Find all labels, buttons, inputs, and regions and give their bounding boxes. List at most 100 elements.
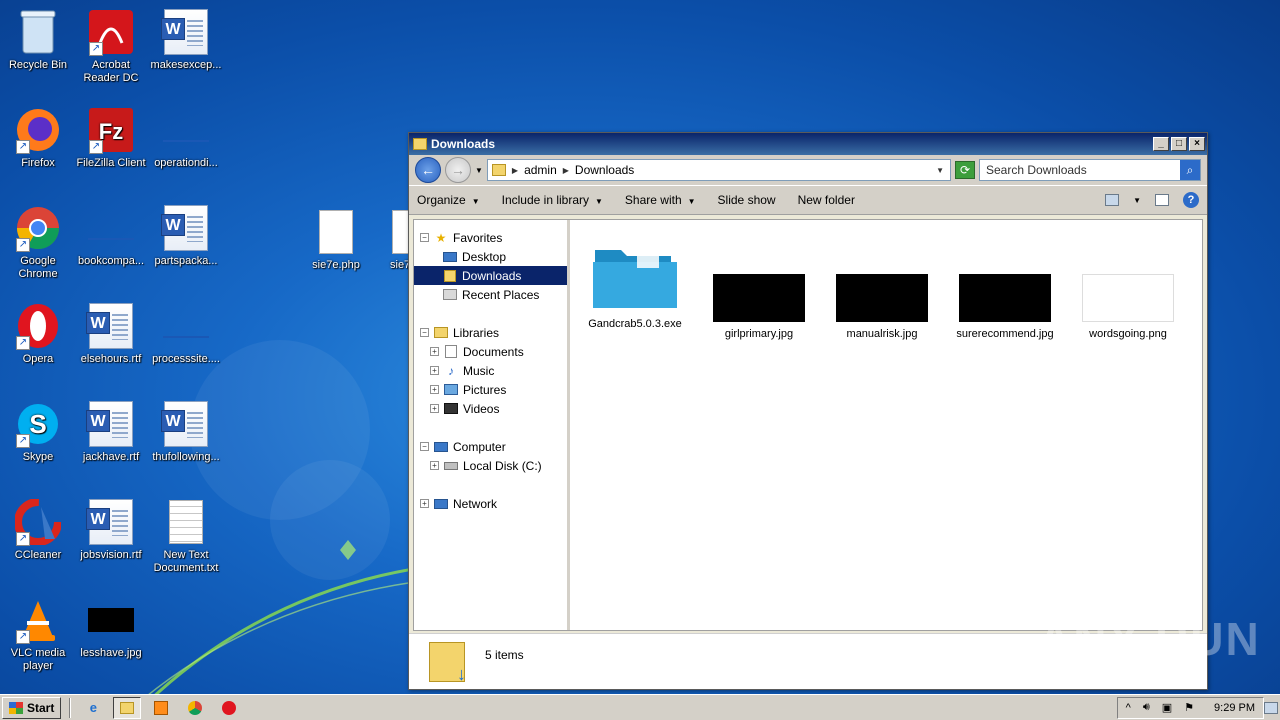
expand-icon[interactable]: + (420, 499, 429, 508)
breadcrumb-admin[interactable]: admin (524, 163, 557, 177)
taskbar-internet-explorer[interactable]: e (79, 697, 107, 719)
file-item[interactable]: Gandcrab5.0.3.exe (580, 240, 690, 330)
desktop-icon-jobsvision[interactable]: W jobsvision.rtf (73, 498, 149, 562)
show-desktop-button[interactable] (1264, 701, 1278, 714)
expand-icon[interactable]: + (430, 404, 439, 413)
search-icon[interactable]: ⌕ (1180, 160, 1200, 180)
action-center-flag-icon[interactable]: ⚑ (1184, 701, 1194, 714)
help-icon[interactable]: ? (1183, 192, 1199, 208)
search-input[interactable]: Search Downloads (986, 163, 1087, 177)
desktop-icon-elsehours[interactable]: W elsehours.rtf (73, 302, 149, 366)
file-item[interactable]: surerecommend.jpg (950, 240, 1060, 340)
desktop-icon-bookcompa[interactable]: bookcompa... (73, 204, 149, 268)
desktop-icon-processsite[interactable]: processsite.... (148, 302, 224, 366)
file-icon (319, 210, 353, 254)
maximize-button[interactable]: □ (1171, 137, 1187, 151)
nav-label: Documents (463, 344, 524, 359)
desktop-icon-label: Recycle Bin (8, 59, 68, 71)
nav-label: Libraries (453, 325, 500, 340)
nav-music[interactable]: + ♪ Music (414, 361, 567, 380)
opera-icon (222, 700, 237, 715)
file-name: manualrisk.jpg (846, 328, 918, 340)
address-bar[interactable]: ▶ admin ▶ Downloads ▼ (486, 159, 951, 181)
nav-downloads[interactable]: Downloads (414, 266, 567, 285)
nav-documents[interactable]: + Documents (414, 342, 567, 361)
desktop-icon-label: CCleaner (14, 549, 62, 561)
address-dropdown-icon[interactable]: ▼ (936, 166, 944, 175)
nav-label: Downloads (462, 268, 522, 283)
organize-button[interactable]: Organize ▼ (417, 193, 480, 207)
desktop-icon-jackhave[interactable]: W jackhave.rtf (73, 400, 149, 464)
desktop-icon-sie7e-php[interactable]: sie7e.php (298, 208, 374, 272)
nav-network[interactable]: + Network (414, 494, 567, 513)
recent-pages-dropdown[interactable]: ▼ (475, 166, 483, 175)
file-item[interactable]: wordsgoing.png (1073, 240, 1183, 340)
desktop-icon-filezilla[interactable]: Fz ↗ FileZilla Client (73, 106, 149, 170)
desktop-icon-skype[interactable]: S ↗ Skype (0, 400, 76, 464)
desktop-icon-new-text-document[interactable]: New Text Document.txt (148, 498, 224, 575)
expand-icon[interactable]: + (430, 385, 439, 394)
desktop-icon-operationdi[interactable]: operationdi... (148, 106, 224, 170)
close-button[interactable]: × (1189, 137, 1205, 151)
taskbar-opera[interactable] (215, 697, 243, 719)
documents-icon (443, 345, 459, 359)
desktop-icon-ccleaner[interactable]: ↗ CCleaner (0, 498, 76, 562)
desktop-icon-opera[interactable]: ↗ Opera (0, 302, 76, 366)
nav-recent-places[interactable]: Recent Places (414, 285, 567, 304)
desktop-icon-makesexcep[interactable]: W makesexcep... (148, 8, 224, 72)
taskbar-explorer[interactable] (113, 696, 142, 719)
nav-desktop[interactable]: Desktop (414, 247, 567, 266)
svg-text:S: S (29, 409, 46, 439)
expand-icon[interactable]: + (430, 461, 439, 470)
new-folder-button[interactable]: New folder (798, 193, 855, 207)
collapse-icon[interactable]: − (420, 442, 429, 451)
nav-pictures[interactable]: + Pictures (414, 380, 567, 399)
taskbar-media-player[interactable] (147, 697, 175, 719)
breadcrumb-chevron-icon[interactable]: ▶ (512, 166, 518, 175)
volume-icon[interactable]: 🔊︎ (1143, 701, 1150, 714)
desktop-icon-sie7[interactable]: sie7 (372, 208, 408, 272)
nav-local-disk[interactable]: + Local Disk (C:) (414, 456, 567, 475)
desktop-icon-label: lesshave.jpg (80, 647, 142, 659)
refresh-button[interactable]: ⟳ (955, 161, 975, 179)
expand-icon[interactable]: + (430, 366, 439, 375)
file-item[interactable]: manualrisk.jpg (827, 240, 937, 340)
nav-favorites[interactable]: − ★ Favorites (414, 228, 567, 247)
collapse-icon[interactable]: − (420, 328, 429, 337)
breadcrumb-downloads[interactable]: Downloads (575, 163, 634, 177)
taskbar: Start e ^ 🔊︎ ▣ ⚑ 9:29 PM (0, 694, 1280, 720)
clock[interactable]: 9:29 PM (1214, 702, 1255, 714)
search-box[interactable]: Search Downloads ⌕ (979, 159, 1201, 181)
back-button[interactable]: ← (415, 157, 441, 183)
minimize-button[interactable]: _ (1153, 137, 1169, 151)
desktop-icon-partspacka[interactable]: W partspacka... (148, 204, 224, 268)
taskbar-chrome[interactable] (181, 697, 209, 719)
include-in-library-button[interactable]: Include in library ▼ (502, 193, 603, 207)
show-hidden-icons-icon[interactable]: ^ (1126, 702, 1131, 714)
desktop-icon-thufollowing[interactable]: W thufollowing... (148, 400, 224, 464)
desktop-icon-lesshave[interactable]: lesshave.jpg (73, 596, 149, 660)
desktop-icon-chrome[interactable]: ↗ Google Chrome (0, 204, 76, 281)
share-with-button[interactable]: Share with ▼ (625, 193, 696, 207)
nav-computer[interactable]: − Computer (414, 437, 567, 456)
breadcrumb-chevron-icon[interactable]: ▶ (563, 166, 569, 175)
preview-pane-icon[interactable] (1155, 194, 1169, 206)
collapse-icon[interactable]: − (420, 233, 429, 242)
desktop-icon-firefox[interactable]: ↗ Firefox (0, 106, 76, 170)
file-item[interactable]: girlprimary.jpg (704, 240, 814, 340)
network-tray-icon[interactable]: ▣ (1162, 701, 1172, 714)
start-button[interactable]: Start (2, 696, 62, 719)
change-view-icon[interactable] (1105, 194, 1120, 206)
word-doc-icon: W (161, 9, 208, 55)
desktop-icon-vlc[interactable]: ↗ VLC media player (0, 596, 76, 673)
file-list: Gandcrab5.0.3.exe girlprimary.jpg manual… (570, 220, 1202, 630)
desktop-icon-recycle-bin[interactable]: Recycle Bin (0, 8, 76, 72)
nav-videos[interactable]: + Videos (414, 399, 567, 418)
forward-button[interactable]: → (445, 157, 471, 183)
slide-show-button[interactable]: Slide show (718, 193, 776, 207)
expand-icon[interactable]: + (430, 347, 439, 356)
desktop-icon-acrobat-reader[interactable]: ↗ Acrobat Reader DC (73, 8, 149, 85)
view-dropdown-icon[interactable]: ▼ (1133, 196, 1141, 205)
window-titlebar[interactable]: Downloads _ □ × (409, 133, 1207, 155)
nav-libraries[interactable]: − Libraries (414, 323, 567, 342)
